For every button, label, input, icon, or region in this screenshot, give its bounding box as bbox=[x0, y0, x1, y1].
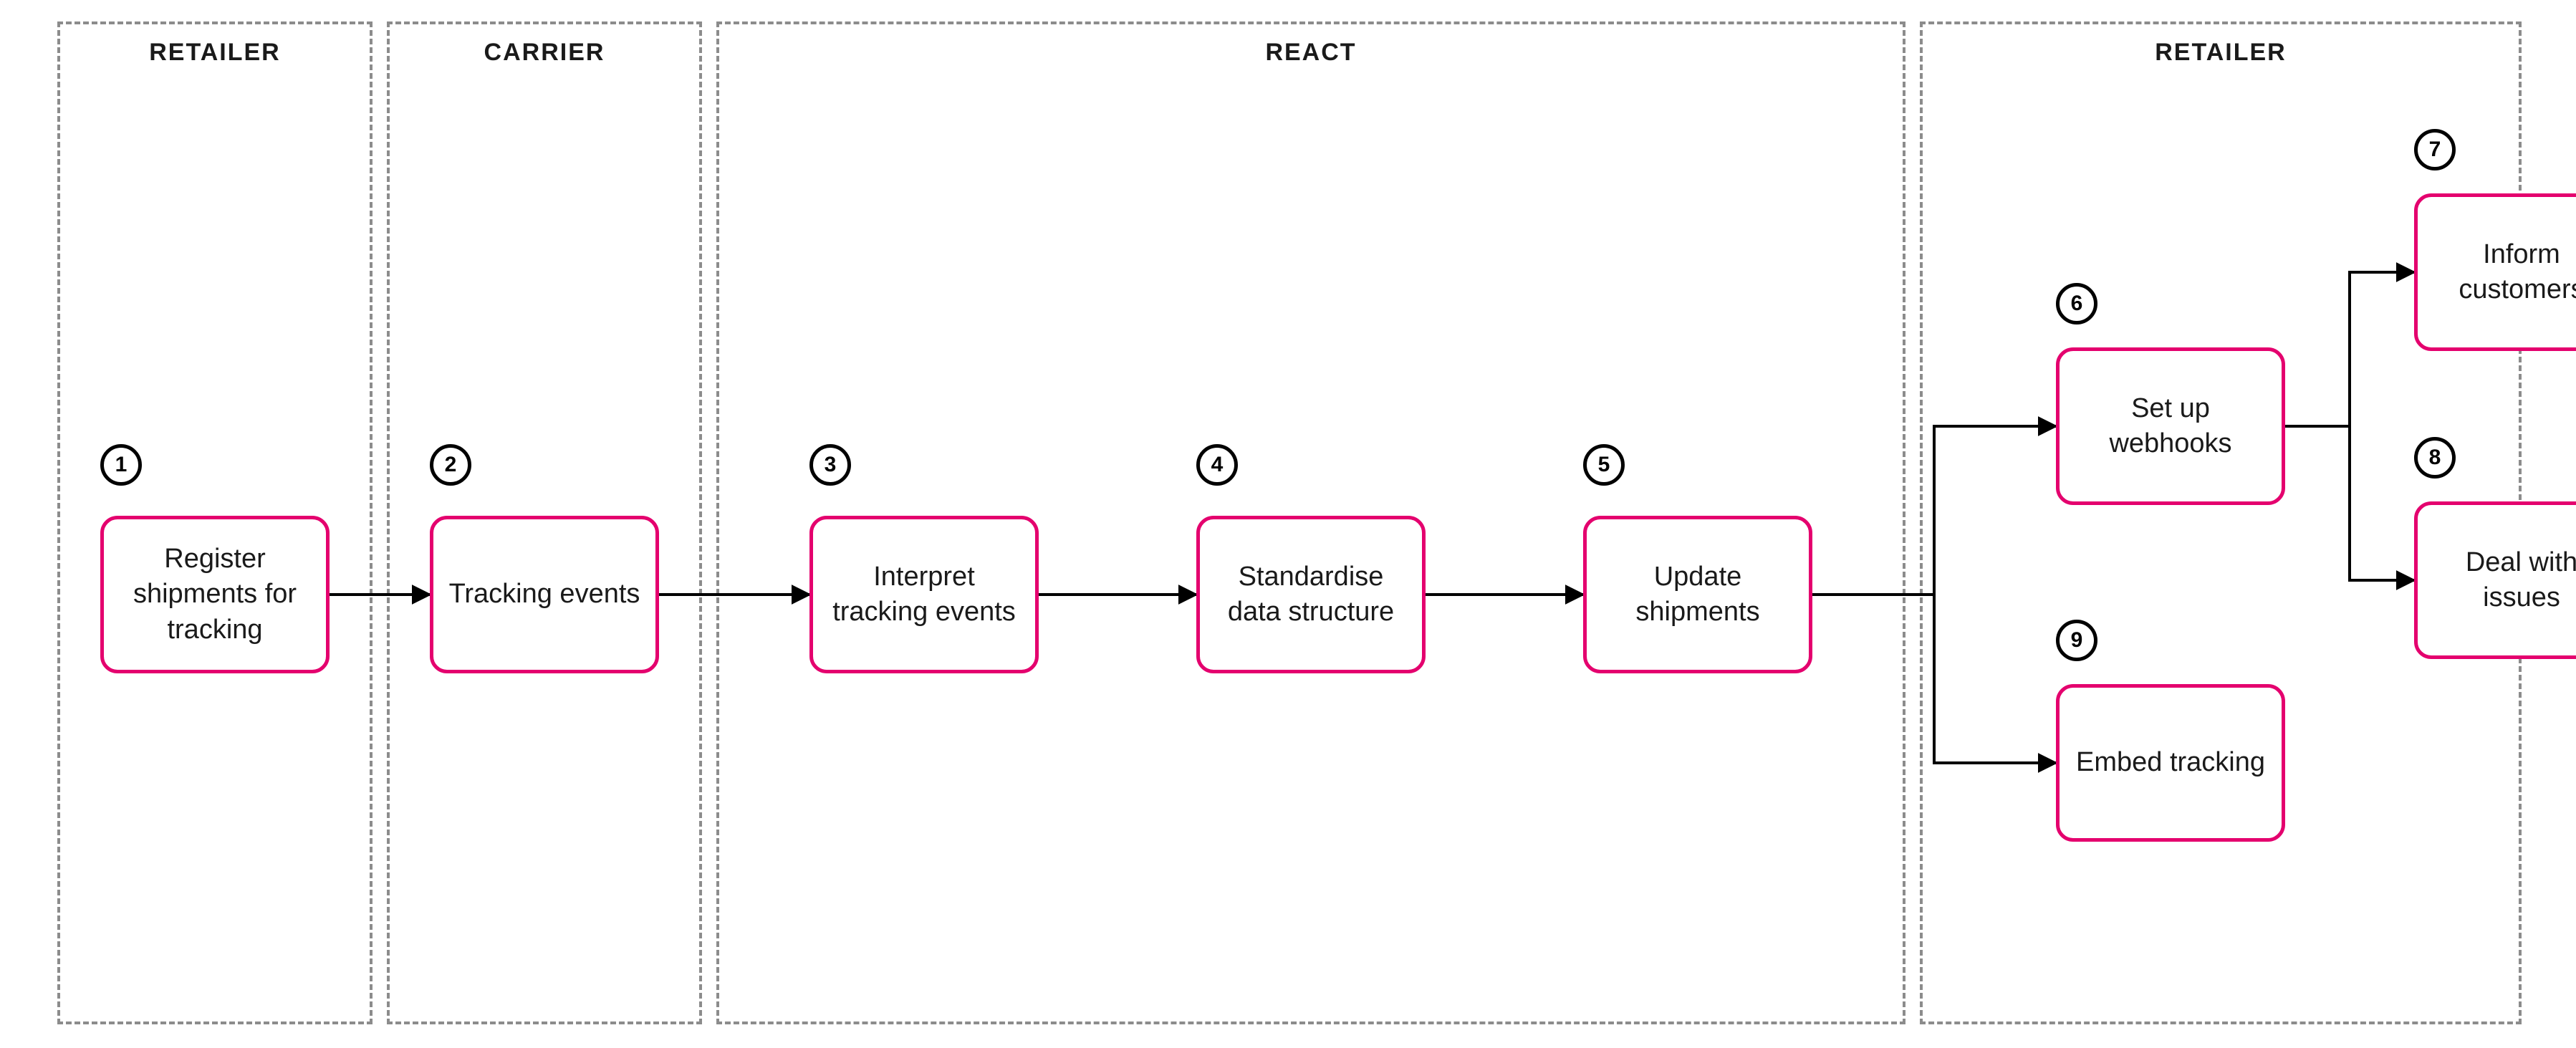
badge-9: 9 bbox=[2056, 620, 2097, 661]
node-tracking-events: Tracking events bbox=[430, 516, 659, 673]
badge-num: 5 bbox=[1598, 453, 1610, 477]
badge-4: 4 bbox=[1196, 444, 1238, 486]
node-label: Deal with issues bbox=[2431, 545, 2576, 616]
badge-num: 1 bbox=[115, 453, 128, 477]
node-label: Tracking events bbox=[449, 577, 640, 612]
diagram-canvas: RETAILER CARRIER REACT RETAILER bbox=[0, 0, 2576, 1048]
node-inform-customers: Inform customers bbox=[2414, 193, 2576, 351]
node-update-shipments: Update shipments bbox=[1583, 516, 1812, 673]
node-label: Inform customers bbox=[2431, 237, 2576, 308]
badge-num: 7 bbox=[2429, 138, 2441, 162]
badge-num: 2 bbox=[445, 453, 457, 477]
node-deal-with-issues: Deal with issues bbox=[2414, 501, 2576, 659]
badge-num: 4 bbox=[1211, 453, 1224, 477]
node-label: Interpret tracking events bbox=[826, 559, 1022, 630]
badge-6: 6 bbox=[2056, 283, 2097, 325]
node-label: Set up webhooks bbox=[2072, 391, 2269, 462]
badge-5: 5 bbox=[1583, 444, 1625, 486]
badge-3: 3 bbox=[809, 444, 851, 486]
node-interpret-tracking-events: Interpret tracking events bbox=[809, 516, 1039, 673]
badge-2: 2 bbox=[430, 444, 471, 486]
node-label: Update shipments bbox=[1600, 559, 1796, 630]
node-register-shipments: Register shipments for tracking bbox=[100, 516, 330, 673]
badge-1: 1 bbox=[100, 444, 142, 486]
node-label: Register shipments for tracking bbox=[117, 542, 313, 648]
badge-num: 8 bbox=[2429, 446, 2441, 470]
badge-num: 9 bbox=[2071, 628, 2083, 653]
lane-title-retailer-2: RETAILER bbox=[1923, 39, 2519, 67]
badge-num: 3 bbox=[825, 453, 837, 477]
node-label: Embed tracking bbox=[2076, 745, 2265, 780]
lane-title-retailer-1: RETAILER bbox=[60, 39, 370, 67]
badge-num: 6 bbox=[2071, 292, 2083, 316]
node-set-up-webhooks: Set up webhooks bbox=[2056, 347, 2285, 505]
node-label: Standardise data structure bbox=[1213, 559, 1409, 630]
node-embed-tracking: Embed tracking bbox=[2056, 684, 2285, 842]
badge-8: 8 bbox=[2414, 437, 2456, 479]
lane-title-carrier: CARRIER bbox=[390, 39, 699, 67]
node-standardise-data-structure: Standardise data structure bbox=[1196, 516, 1426, 673]
lane-title-react: REACT bbox=[719, 39, 1903, 67]
badge-7: 7 bbox=[2414, 129, 2456, 170]
